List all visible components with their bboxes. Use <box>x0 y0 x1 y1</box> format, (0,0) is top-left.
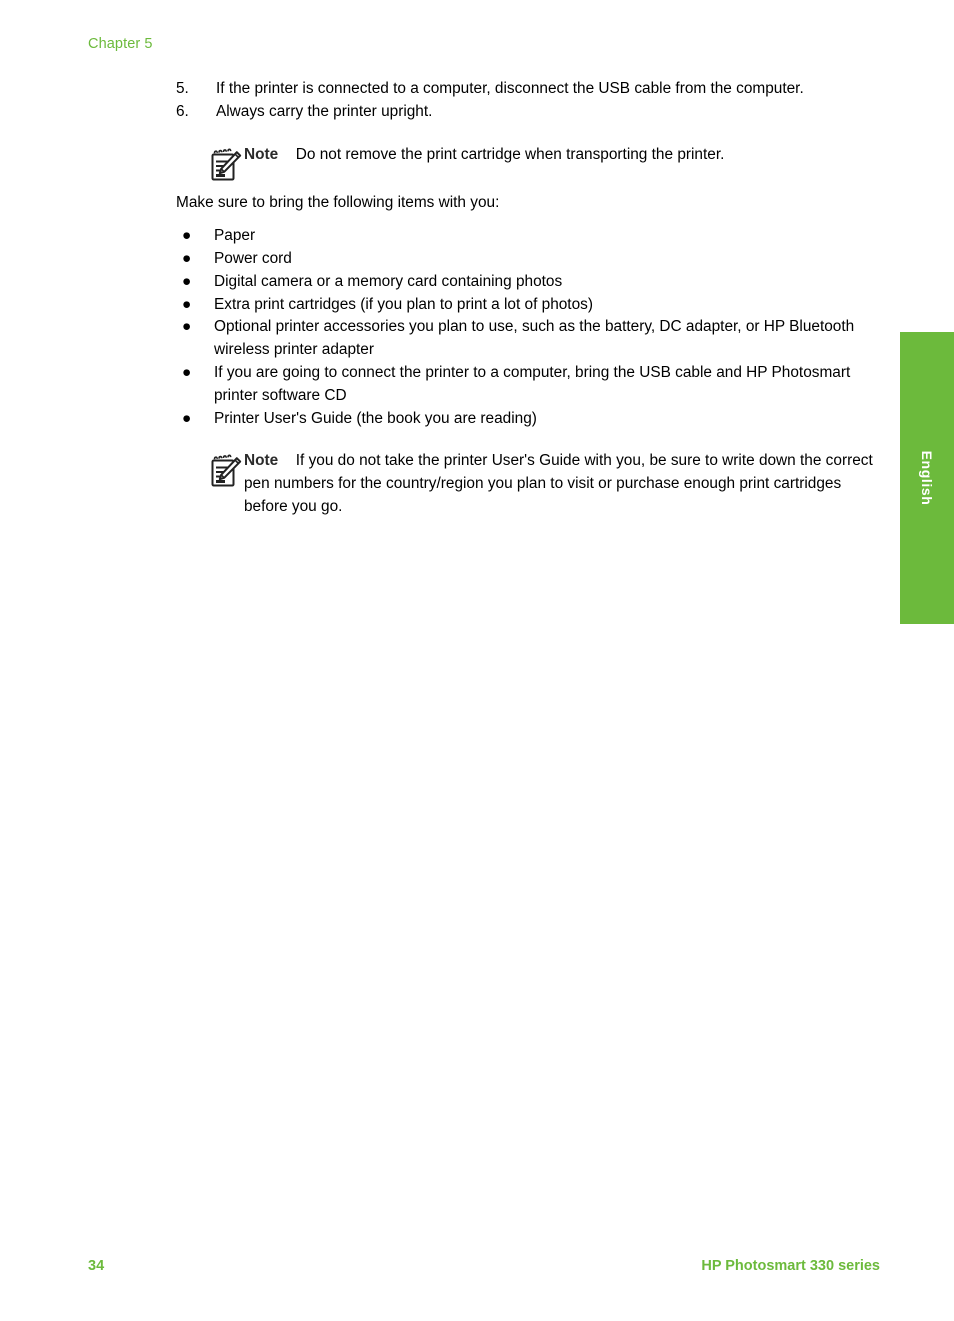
bullet-icon: ● <box>182 363 192 381</box>
list-item: ● Digital camera or a memory card contai… <box>176 271 876 294</box>
numbered-step-list: 5. If the printer is connected to a comp… <box>176 78 876 124</box>
list-item: ● Printer User's Guide (the book you are… <box>176 408 876 431</box>
list-item: 5. If the printer is connected to a comp… <box>176 78 876 101</box>
language-tab: English <box>900 332 954 624</box>
bullet-icon: ● <box>182 295 192 313</box>
bullet-text: If you are going to connect the printer … <box>214 363 851 404</box>
intro-paragraph: Make sure to bring the following items w… <box>176 194 500 212</box>
note-pad-pencil-icon <box>206 452 246 492</box>
bullet-icon: ● <box>182 272 192 290</box>
page-footer: 34 HP Photosmart 330 series <box>88 1258 880 1274</box>
bullet-text: Optional printer accessories you plan to… <box>214 318 855 359</box>
bullet-text: Printer User's Guide (the book you are r… <box>214 409 537 427</box>
step-number: 5. <box>176 80 189 97</box>
bullet-list: ● Paper ● Power cord ● Digital camera or… <box>176 225 876 430</box>
bullet-text: Digital camera or a memory card containi… <box>214 272 563 290</box>
bullet-text: Paper <box>214 227 256 245</box>
note-text: Do not remove the print cartridge when t… <box>295 145 725 163</box>
chapter-label: Chapter 5 <box>88 36 153 52</box>
bullet-icon: ● <box>182 227 192 245</box>
step-text: Always carry the printer upright. <box>216 102 433 120</box>
footer-product-name: HP Photosmart 330 series <box>701 1258 880 1274</box>
footer-page-number: 34 <box>88 1258 105 1274</box>
list-item: ● Extra print cartridges (if you plan to… <box>176 294 876 317</box>
document-page: Chapter 5 5. If the printer is connected… <box>0 0 954 1321</box>
bullet-icon: ● <box>182 318 192 336</box>
list-item: ● Optional printer accessories you plan … <box>176 316 876 362</box>
list-item: ● Power cord <box>176 248 876 271</box>
note-pad-pencil-icon <box>206 146 246 186</box>
note-label: Note <box>244 145 279 163</box>
bullet-icon: ● <box>182 249 192 267</box>
list-item: 6. Always carry the printer upright. <box>176 101 876 124</box>
note-block: Note Do not remove the print cartridge w… <box>176 144 876 181</box>
language-tab-label: English <box>919 450 935 506</box>
bullet-text: Power cord <box>214 249 292 267</box>
bullet-icon: ● <box>182 409 192 427</box>
step-number: 6. <box>176 102 189 120</box>
step-text: If the printer is connected to a compute… <box>216 80 804 97</box>
note-block: Note If you do not take the printer User… <box>176 450 876 518</box>
page-content: 5. If the printer is connected to a comp… <box>176 78 876 519</box>
note-text: If you do not take the printer User's Gu… <box>244 452 873 515</box>
list-item: ● If you are going to connect the printe… <box>176 362 876 408</box>
list-item: ● Paper <box>176 225 876 248</box>
note-label: Note <box>244 452 279 470</box>
bullet-text: Extra print cartridges (if you plan to p… <box>214 295 593 313</box>
